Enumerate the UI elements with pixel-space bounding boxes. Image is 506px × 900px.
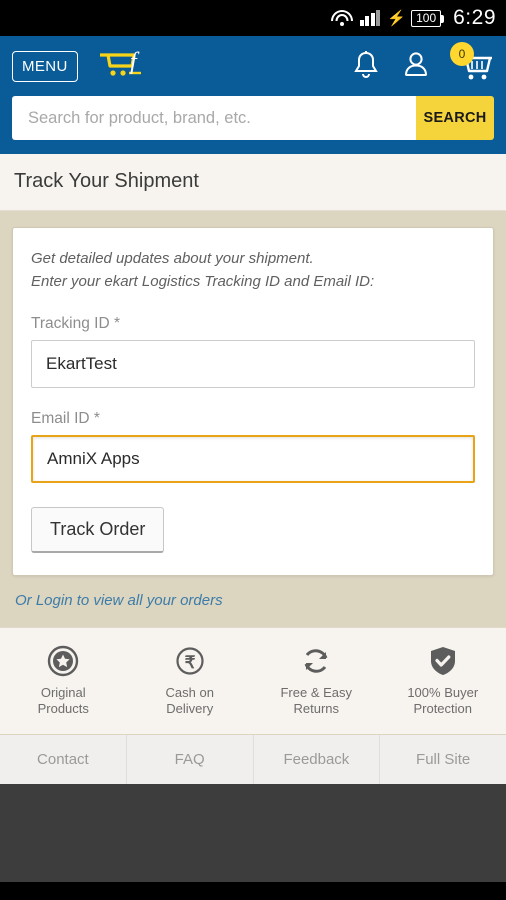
battery-level: 100: [416, 10, 437, 25]
recent-apps-icon[interactable]: [392, 897, 452, 900]
email-id-input[interactable]: [31, 435, 475, 483]
trust-badge-line2: Protection: [413, 701, 473, 717]
app-header-top-row: MENU f 0: [0, 36, 506, 96]
svg-text:f: f: [130, 49, 140, 75]
phone-screen: ⚡ 100 6:29 MENU f 0 Search for product, …: [0, 0, 506, 900]
android-nav-bar: [0, 881, 506, 900]
trust-badge-line1: Original: [40, 685, 86, 700]
submit-row: Track Order: [31, 483, 475, 553]
content-area: Get detailed updates about your shipment…: [0, 211, 506, 627]
battery-indicator: 100: [411, 9, 445, 27]
email-id-label: Email ID *: [31, 410, 100, 427]
bell-icon[interactable]: [350, 48, 386, 84]
page-background-filler: [0, 783, 506, 882]
trust-badge-line2: Delivery: [166, 701, 214, 717]
app-header: MENU f 0 Search for product, brand, etc.…: [0, 36, 506, 154]
search-input-wrapper[interactable]: [12, 96, 416, 140]
menu-button[interactable]: MENU: [12, 50, 78, 82]
form-intro-line1: Get detailed updates about your shipment…: [31, 250, 314, 267]
home-icon[interactable]: [223, 897, 283, 900]
back-arrow-icon[interactable]: [54, 897, 114, 900]
star-badge-icon: [0, 642, 127, 680]
trust-badge: Free & Easy Returns: [253, 642, 380, 718]
tracking-id-label: Tracking ID *: [31, 315, 121, 332]
cart-count-badge: 0: [450, 42, 474, 66]
trust-badge-line1: Free & Easy: [280, 685, 353, 700]
trust-badge-line2: Returns: [293, 701, 340, 717]
svg-text:₹: ₹: [184, 653, 195, 672]
track-order-button[interactable]: Track Order: [31, 507, 165, 553]
status-bar: ⚡ 100 6:29: [0, 0, 506, 36]
footer-link-faq[interactable]: FAQ: [127, 734, 254, 784]
shield-check-icon: [380, 642, 506, 680]
wifi-icon: [330, 9, 353, 27]
search-button[interactable]: SEARCH: [416, 96, 494, 140]
page-title-bar: Track Your Shipment: [0, 154, 506, 211]
trust-badges-strip: Original Products ₹ Cash on Delivery Fre…: [0, 627, 506, 734]
footer-link-feedback[interactable]: Feedback: [254, 734, 381, 784]
flipkart-cart-logo[interactable]: f: [96, 48, 154, 84]
footer-link-contact[interactable]: Contact: [0, 734, 127, 784]
trust-badge-line1: Cash on: [165, 685, 214, 700]
status-icons: ⚡ 100: [330, 9, 445, 27]
tracking-form-card: Get detailed updates about your shipment…: [12, 227, 494, 576]
trust-badge: ₹ Cash on Delivery: [127, 642, 254, 718]
footer-nav: Contact FAQ Feedback Full Site: [0, 733, 506, 784]
form-intro-line2: Enter your ekart Logistics Tracking ID a…: [31, 272, 375, 290]
charging-bolt-icon: ⚡: [387, 9, 407, 27]
footer-link-full-site[interactable]: Full Site: [380, 735, 506, 784]
person-icon[interactable]: [400, 48, 436, 84]
trust-badge: Original Products: [0, 642, 127, 718]
refresh-icon: [253, 642, 380, 680]
cart-icon[interactable]: 0: [450, 42, 494, 85]
rupee-badge-icon: ₹: [127, 642, 254, 680]
signal-bars-icon: [359, 10, 381, 26]
tracking-id-input[interactable]: [31, 340, 475, 388]
page-title: Track Your Shipment: [14, 170, 199, 192]
status-clock: 6:29: [453, 6, 496, 29]
login-link[interactable]: Or Login to view all your orders: [12, 576, 494, 627]
trust-badge-line2: Products: [37, 701, 89, 717]
search-input[interactable]: [28, 108, 400, 128]
trust-badge-line1: 100% Buyer: [407, 685, 479, 700]
search-bar: SEARCH: [0, 96, 506, 154]
trust-badge: 100% Buyer Protection: [380, 642, 506, 718]
